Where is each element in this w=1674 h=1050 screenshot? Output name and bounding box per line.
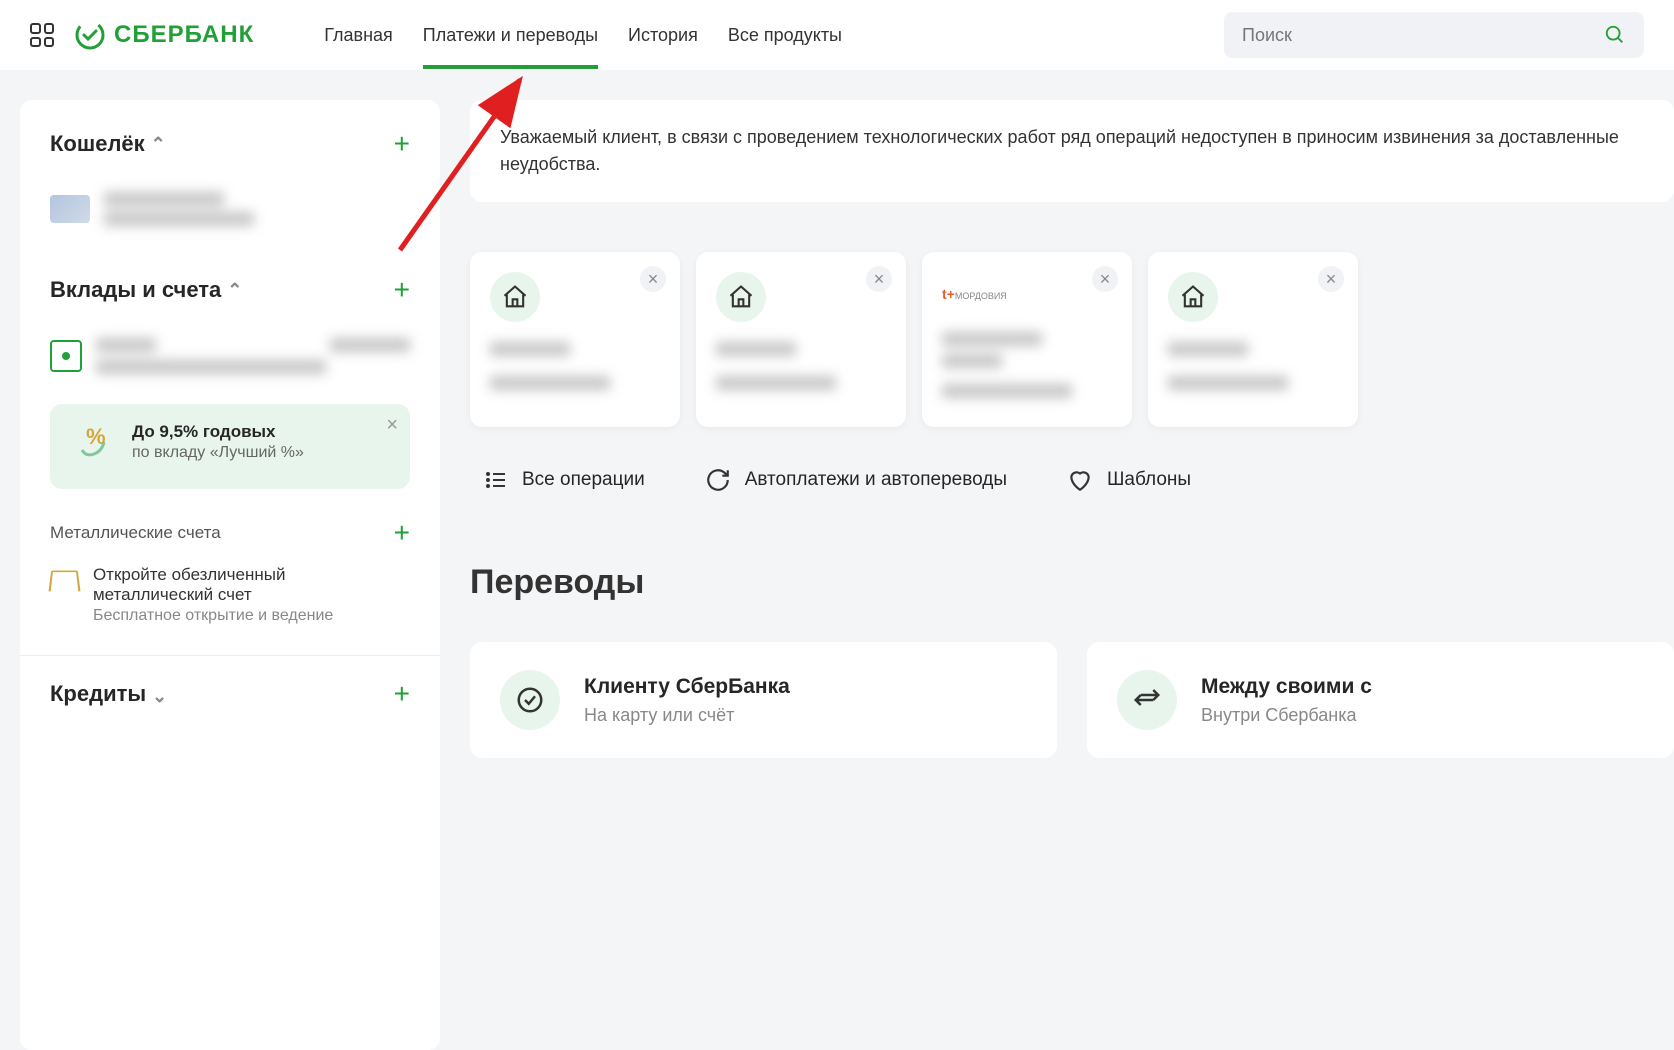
deposit-row[interactable] xyxy=(50,328,410,384)
promo-subtitle: по вкладу «Лучший %» xyxy=(132,444,304,462)
blurred-deposit-info xyxy=(96,338,410,374)
chevron-down-icon: ⌃ xyxy=(152,684,167,705)
templates-link[interactable]: Шаблоны xyxy=(1067,467,1191,493)
wallet-card-row[interactable] xyxy=(50,182,410,236)
sberbank-logo[interactable]: СБЕРБАНК xyxy=(74,19,254,51)
wallet-section-header: Кошелёк ⌃ + xyxy=(50,130,410,158)
blurred-tile-text xyxy=(490,342,660,390)
operation-tile[interactable]: × t+МОРДОВИЯ xyxy=(922,252,1132,427)
tplus-logo: t+МОРДОВИЯ xyxy=(942,272,1112,302)
add-metal-button[interactable]: + xyxy=(394,519,410,547)
blurred-tile-text xyxy=(1168,342,1338,390)
sidebar: Кошелёк ⌃ + Вклады и счета ⌃ + xyxy=(20,100,440,1050)
logo-text: СБЕРБАНК xyxy=(114,21,254,49)
main-nav: Главная Платежи и переводы История Все п… xyxy=(324,3,842,68)
all-operations-link[interactable]: Все операции xyxy=(484,467,645,493)
chevron-up-icon: ⌃ xyxy=(227,280,242,301)
deposits-section-header: Вклады и счета ⌃ + xyxy=(50,276,410,304)
refresh-icon xyxy=(705,467,731,493)
transfer-card-sub: Внутри Сбербанка xyxy=(1201,705,1372,726)
bank-card-icon xyxy=(50,195,90,223)
close-tile-button[interactable]: × xyxy=(640,266,666,292)
metal-section-title: Металлические счета xyxy=(50,523,221,543)
metal-section-header: Металлические счета + xyxy=(20,519,440,547)
gold-bar-icon xyxy=(48,571,80,592)
credits-section-header: Кредиты ⌃ + xyxy=(50,680,410,708)
percent-icon: % xyxy=(74,422,114,471)
top-header: СБЕРБАНК Главная Платежи и переводы Исто… xyxy=(0,0,1674,70)
add-deposit-button[interactable]: + xyxy=(394,276,410,304)
close-promo-button[interactable]: × xyxy=(386,414,398,437)
metal-open-title: Откройте обезличенный металлический счет xyxy=(93,565,410,605)
operation-tiles: × × × xyxy=(470,252,1674,427)
deposits-title[interactable]: Вклады и счета ⌃ xyxy=(50,277,242,303)
logo-icon xyxy=(74,19,106,51)
list-icon xyxy=(484,468,508,492)
nav-history[interactable]: История xyxy=(628,3,698,68)
transfer-card-title: Между своими с xyxy=(1201,675,1372,699)
deposit-icon xyxy=(50,340,82,372)
blurred-tile-text xyxy=(942,332,1112,398)
add-wallet-button[interactable]: + xyxy=(394,130,410,158)
search-icon xyxy=(1604,24,1626,46)
transfers-heading: Переводы xyxy=(470,563,1674,602)
chevron-up-icon: ⌃ xyxy=(151,134,166,155)
transfer-cards-row: Клиенту СберБанка На карту или счёт Межд… xyxy=(470,642,1674,758)
wallet-title[interactable]: Кошелёк ⌃ xyxy=(50,131,166,157)
alert-notice: Уважаемый клиент, в связи с проведением … xyxy=(470,100,1674,202)
operation-tile[interactable]: × xyxy=(470,252,680,427)
close-tile-button[interactable]: × xyxy=(1318,266,1344,292)
close-tile-button[interactable]: × xyxy=(1092,266,1118,292)
autopayments-link[interactable]: Автоплатежи и автопереводы xyxy=(705,467,1007,493)
add-credit-button[interactable]: + xyxy=(394,680,410,708)
metal-open-sub: Бесплатное открытие и ведение xyxy=(93,607,410,625)
credits-title[interactable]: Кредиты ⌃ xyxy=(50,681,167,707)
open-metal-account[interactable]: Откройте обезличенный металлический счет… xyxy=(20,565,440,625)
heart-icon xyxy=(1067,467,1093,493)
house-icon xyxy=(716,272,766,322)
operation-tile[interactable]: × xyxy=(696,252,906,427)
transfer-to-client-card[interactable]: Клиенту СберБанка На карту или счёт xyxy=(470,642,1057,758)
blurred-card-info xyxy=(104,192,254,226)
svg-text:%: % xyxy=(86,424,106,449)
apps-grid-icon[interactable] xyxy=(30,23,54,47)
quick-links-row: Все операции Автоплатежи и автопереводы … xyxy=(470,467,1674,493)
search-box[interactable] xyxy=(1224,12,1644,58)
nav-products[interactable]: Все продукты xyxy=(728,3,842,68)
house-icon xyxy=(1168,272,1218,322)
transfer-card-sub: На карту или счёт xyxy=(584,705,790,726)
nav-payments[interactable]: Платежи и переводы xyxy=(423,3,598,68)
house-icon xyxy=(490,272,540,322)
transfer-card-title: Клиенту СберБанка xyxy=(584,675,790,699)
nav-home[interactable]: Главная xyxy=(324,3,393,68)
divider xyxy=(20,655,440,656)
operation-tile[interactable]: × xyxy=(1148,252,1358,427)
search-input[interactable] xyxy=(1242,25,1592,46)
promo-card[interactable]: × % До 9,5% годовых по вкладу «Лучший %» xyxy=(50,404,410,489)
swap-icon xyxy=(1117,670,1177,730)
main-content: Уважаемый клиент, в связи с проведением … xyxy=(470,100,1674,1050)
promo-title: До 9,5% годовых xyxy=(132,422,304,442)
transfer-between-own-card[interactable]: Между своими с Внутри Сбербанка xyxy=(1087,642,1674,758)
check-circle-icon xyxy=(500,670,560,730)
close-tile-button[interactable]: × xyxy=(866,266,892,292)
blurred-tile-text xyxy=(716,342,886,390)
